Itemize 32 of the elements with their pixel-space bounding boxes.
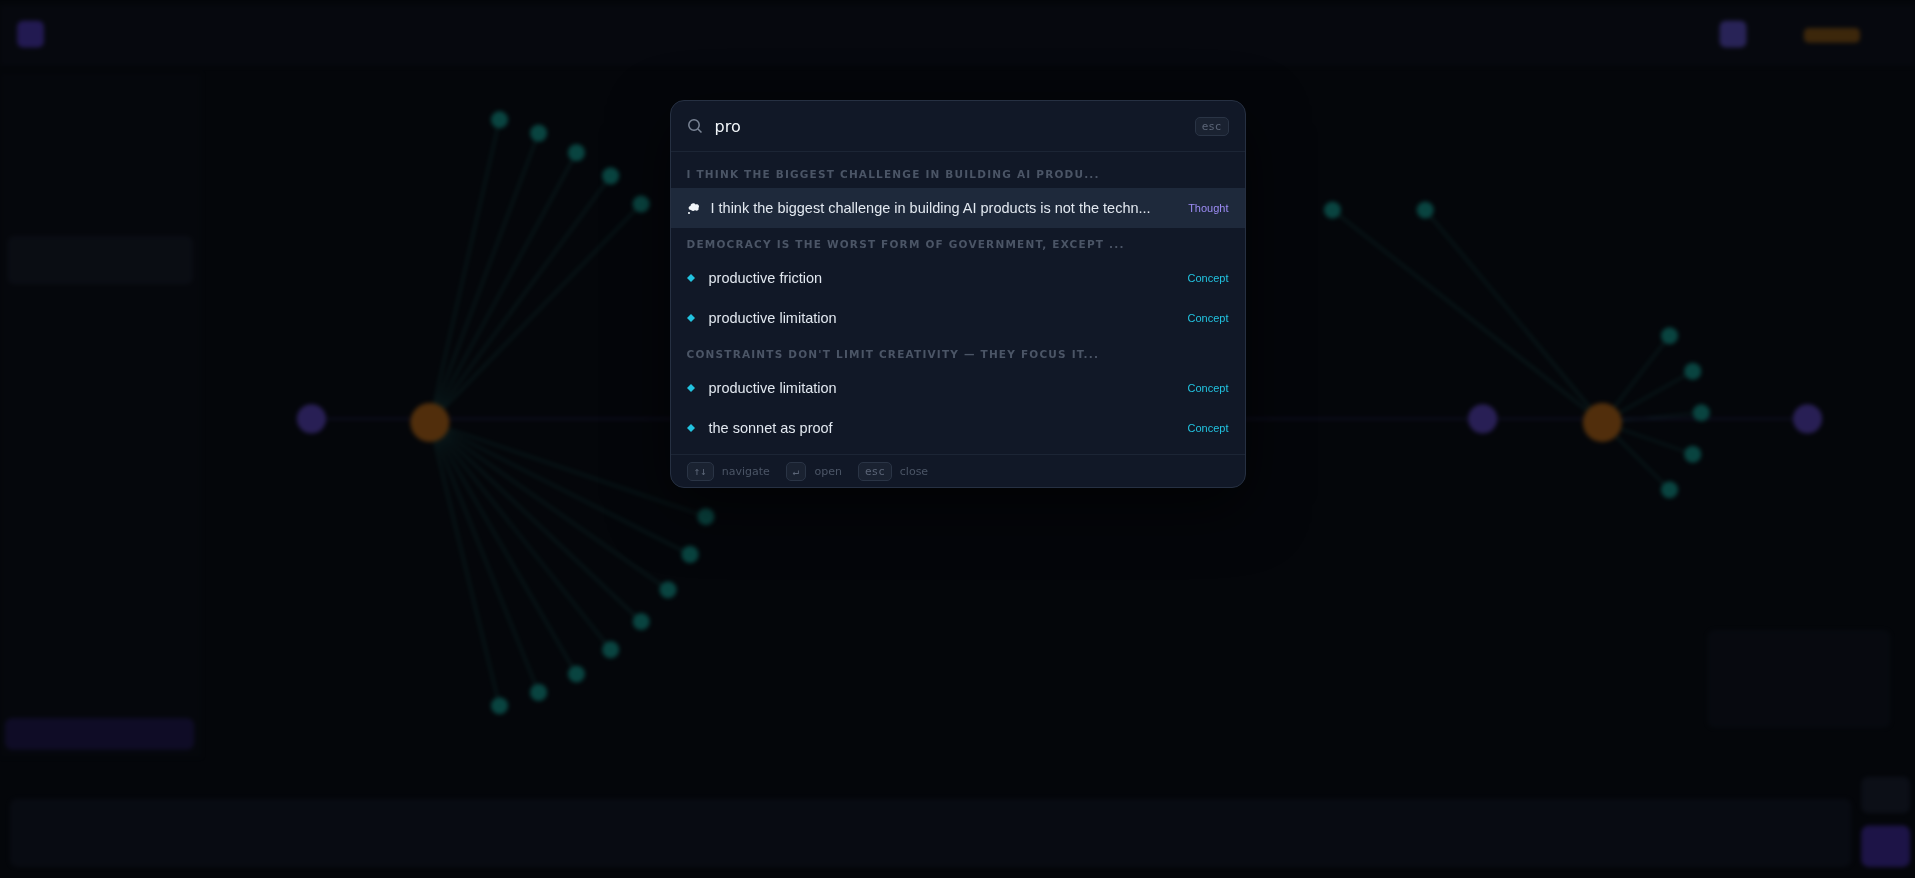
search-result[interactable]: I think the biggest challenge in building AI products is not the techn... Thought — [670, 188, 1245, 228]
result-type-label: Concept — [1187, 272, 1229, 284]
result-title: productive limitation — [708, 310, 838, 326]
thought-bubble-icon — [686, 201, 701, 215]
result-title: I think the biggest challenge in building AI products is not the techn... — [710, 200, 1152, 216]
group-heading: DEMOCRACY IS THE WORST FORM OF GOVERNMENT, EXCEPT ... — [685, 237, 1126, 252]
result-type-label: Thought — [1188, 202, 1229, 214]
result-title: the sonnet as proof — [708, 420, 834, 436]
search-result[interactable]: the sonnet as proof Concept — [670, 408, 1245, 448]
esc-key-hint: esc — [1194, 116, 1229, 136]
group-heading: CONSTRAINTS DON'T LIMIT CREATIVITY — THEY FOCUS IT... — [685, 347, 1101, 362]
hint-label: close — [899, 464, 929, 478]
group-heading: I THINK THE BIGGEST CHALLENGE IN BUILDING AI PRODU... — [685, 167, 1101, 182]
key-hint: esc — [857, 461, 892, 481]
result-type-label: Concept — [1187, 422, 1229, 434]
result-type-label: Concept — [1187, 382, 1229, 394]
search-icon — [686, 118, 703, 134]
search-result[interactable]: productive limitation Concept — [670, 368, 1245, 408]
search-result[interactable]: productive limitation Concept — [670, 298, 1245, 338]
result-type-label: Concept — [1187, 312, 1229, 324]
diamond-icon — [686, 314, 695, 322]
result-title: productive limitation — [708, 380, 838, 396]
diamond-icon — [686, 424, 695, 432]
search-result[interactable]: productive friction Concept — [670, 258, 1245, 298]
hint-label: open — [814, 464, 842, 478]
key-hint: ↵ — [785, 461, 807, 481]
search-field[interactable]: pro — [714, 116, 1183, 136]
hint-label: navigate — [721, 464, 770, 478]
result-title: productive friction — [708, 270, 824, 286]
key-hint: ↑↓ — [686, 461, 714, 481]
diamond-icon — [686, 384, 695, 392]
diamond-icon — [686, 274, 695, 282]
